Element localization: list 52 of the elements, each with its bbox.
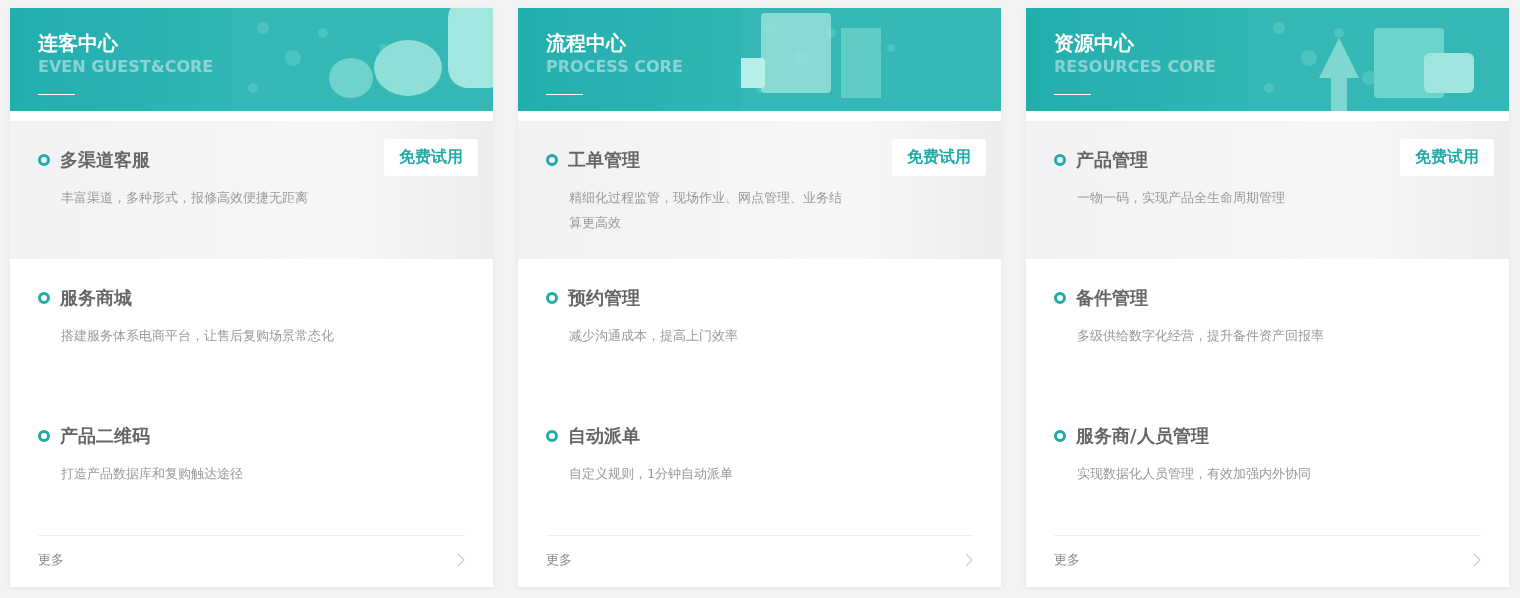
feature-name: 预约管理 — [568, 286, 640, 311]
feature-name: 产品二维码 — [60, 424, 150, 449]
feature-item-highlight[interactable]: 工单管理 精细化过程监管，现场作业、网点管理、业务结算更高效 免费试用 — [518, 121, 1001, 260]
bullet-icon — [546, 430, 558, 443]
chevron-right-icon[interactable] — [457, 553, 465, 568]
free-trial-button[interactable]: 免费试用 — [384, 139, 478, 177]
feature-item[interactable]: 产品二维码 打造产品数据库和复购触达途径 — [10, 397, 493, 536]
chevron-right-icon[interactable] — [1473, 553, 1481, 568]
feature-name: 多渠道客服 — [60, 148, 150, 173]
bullet-icon — [1054, 154, 1066, 167]
free-trial-button[interactable]: 免费试用 — [892, 139, 986, 177]
feature-description: 减少沟通成本，提高上门效率 — [569, 327, 739, 346]
card-title: 流程中心 — [546, 30, 627, 56]
title-underline — [1054, 94, 1091, 95]
free-trial-button[interactable]: 免费试用 — [1400, 139, 1494, 177]
feature-item[interactable]: 预约管理 减少沟通成本，提高上门效率 — [518, 259, 1001, 398]
bullet-icon — [38, 292, 50, 305]
feature-item[interactable]: 服务商/人员管理 实现数据化人员管理，有效加强内外协同 — [1026, 397, 1509, 536]
bullet-icon — [38, 154, 50, 167]
more-link[interactable]: 更多 — [546, 551, 572, 570]
card-subtitle: EVEN GUEST&CORE — [38, 56, 215, 78]
card-subtitle: RESOURCES CORE — [1054, 56, 1218, 78]
bullet-icon — [1054, 292, 1066, 305]
bullet-icon — [1054, 430, 1066, 443]
feature-description: 丰富渠道，多种形式，报修高效便捷无距离 — [61, 189, 309, 208]
card-subtitle: PROCESS CORE — [546, 56, 684, 78]
bullet-icon — [546, 292, 558, 305]
feature-name: 工单管理 — [568, 148, 640, 173]
feature-name: 服务商/人员管理 — [1076, 424, 1209, 449]
more-link[interactable]: 更多 — [1054, 551, 1080, 570]
chevron-right-icon[interactable] — [965, 553, 973, 568]
feature-item[interactable]: 服务商城 搭建服务体系电商平台，让售后复购场景常态化 — [10, 259, 493, 398]
feature-item[interactable]: 备件管理 多级供给数字化经营，提升备件资产回报率 — [1026, 259, 1509, 398]
feature-name: 服务商城 — [60, 286, 132, 311]
feature-description: 多级供给数字化经营，提升备件资产回报率 — [1077, 327, 1325, 346]
card-title: 连客中心 — [38, 30, 119, 56]
feature-name: 自动派单 — [568, 424, 640, 449]
feature-description: 自定义规则，1分钟自动派单 — [569, 465, 735, 484]
feature-description: 精细化过程监管，现场作业、网点管理、业务结算更高效 — [569, 189, 843, 233]
feature-description: 搭建服务体系电商平台，让售后复购场景常态化 — [61, 327, 335, 346]
feature-name: 产品管理 — [1076, 148, 1148, 173]
title-underline — [38, 94, 75, 95]
feature-item[interactable]: 自动派单 自定义规则，1分钟自动派单 — [518, 397, 1001, 536]
bullet-icon — [38, 430, 50, 443]
title-underline — [546, 94, 583, 95]
feature-name: 备件管理 — [1076, 286, 1148, 311]
feature-item-highlight[interactable]: 多渠道客服 丰富渠道，多种形式，报修高效便捷无距离 免费试用 — [10, 121, 493, 260]
bullet-icon — [546, 154, 558, 167]
feature-description: 实现数据化人员管理，有效加强内外协同 — [1077, 465, 1312, 484]
feature-description: 打造产品数据库和复购触达途径 — [61, 465, 244, 484]
more-link[interactable]: 更多 — [38, 551, 64, 570]
card-title: 资源中心 — [1054, 30, 1135, 56]
